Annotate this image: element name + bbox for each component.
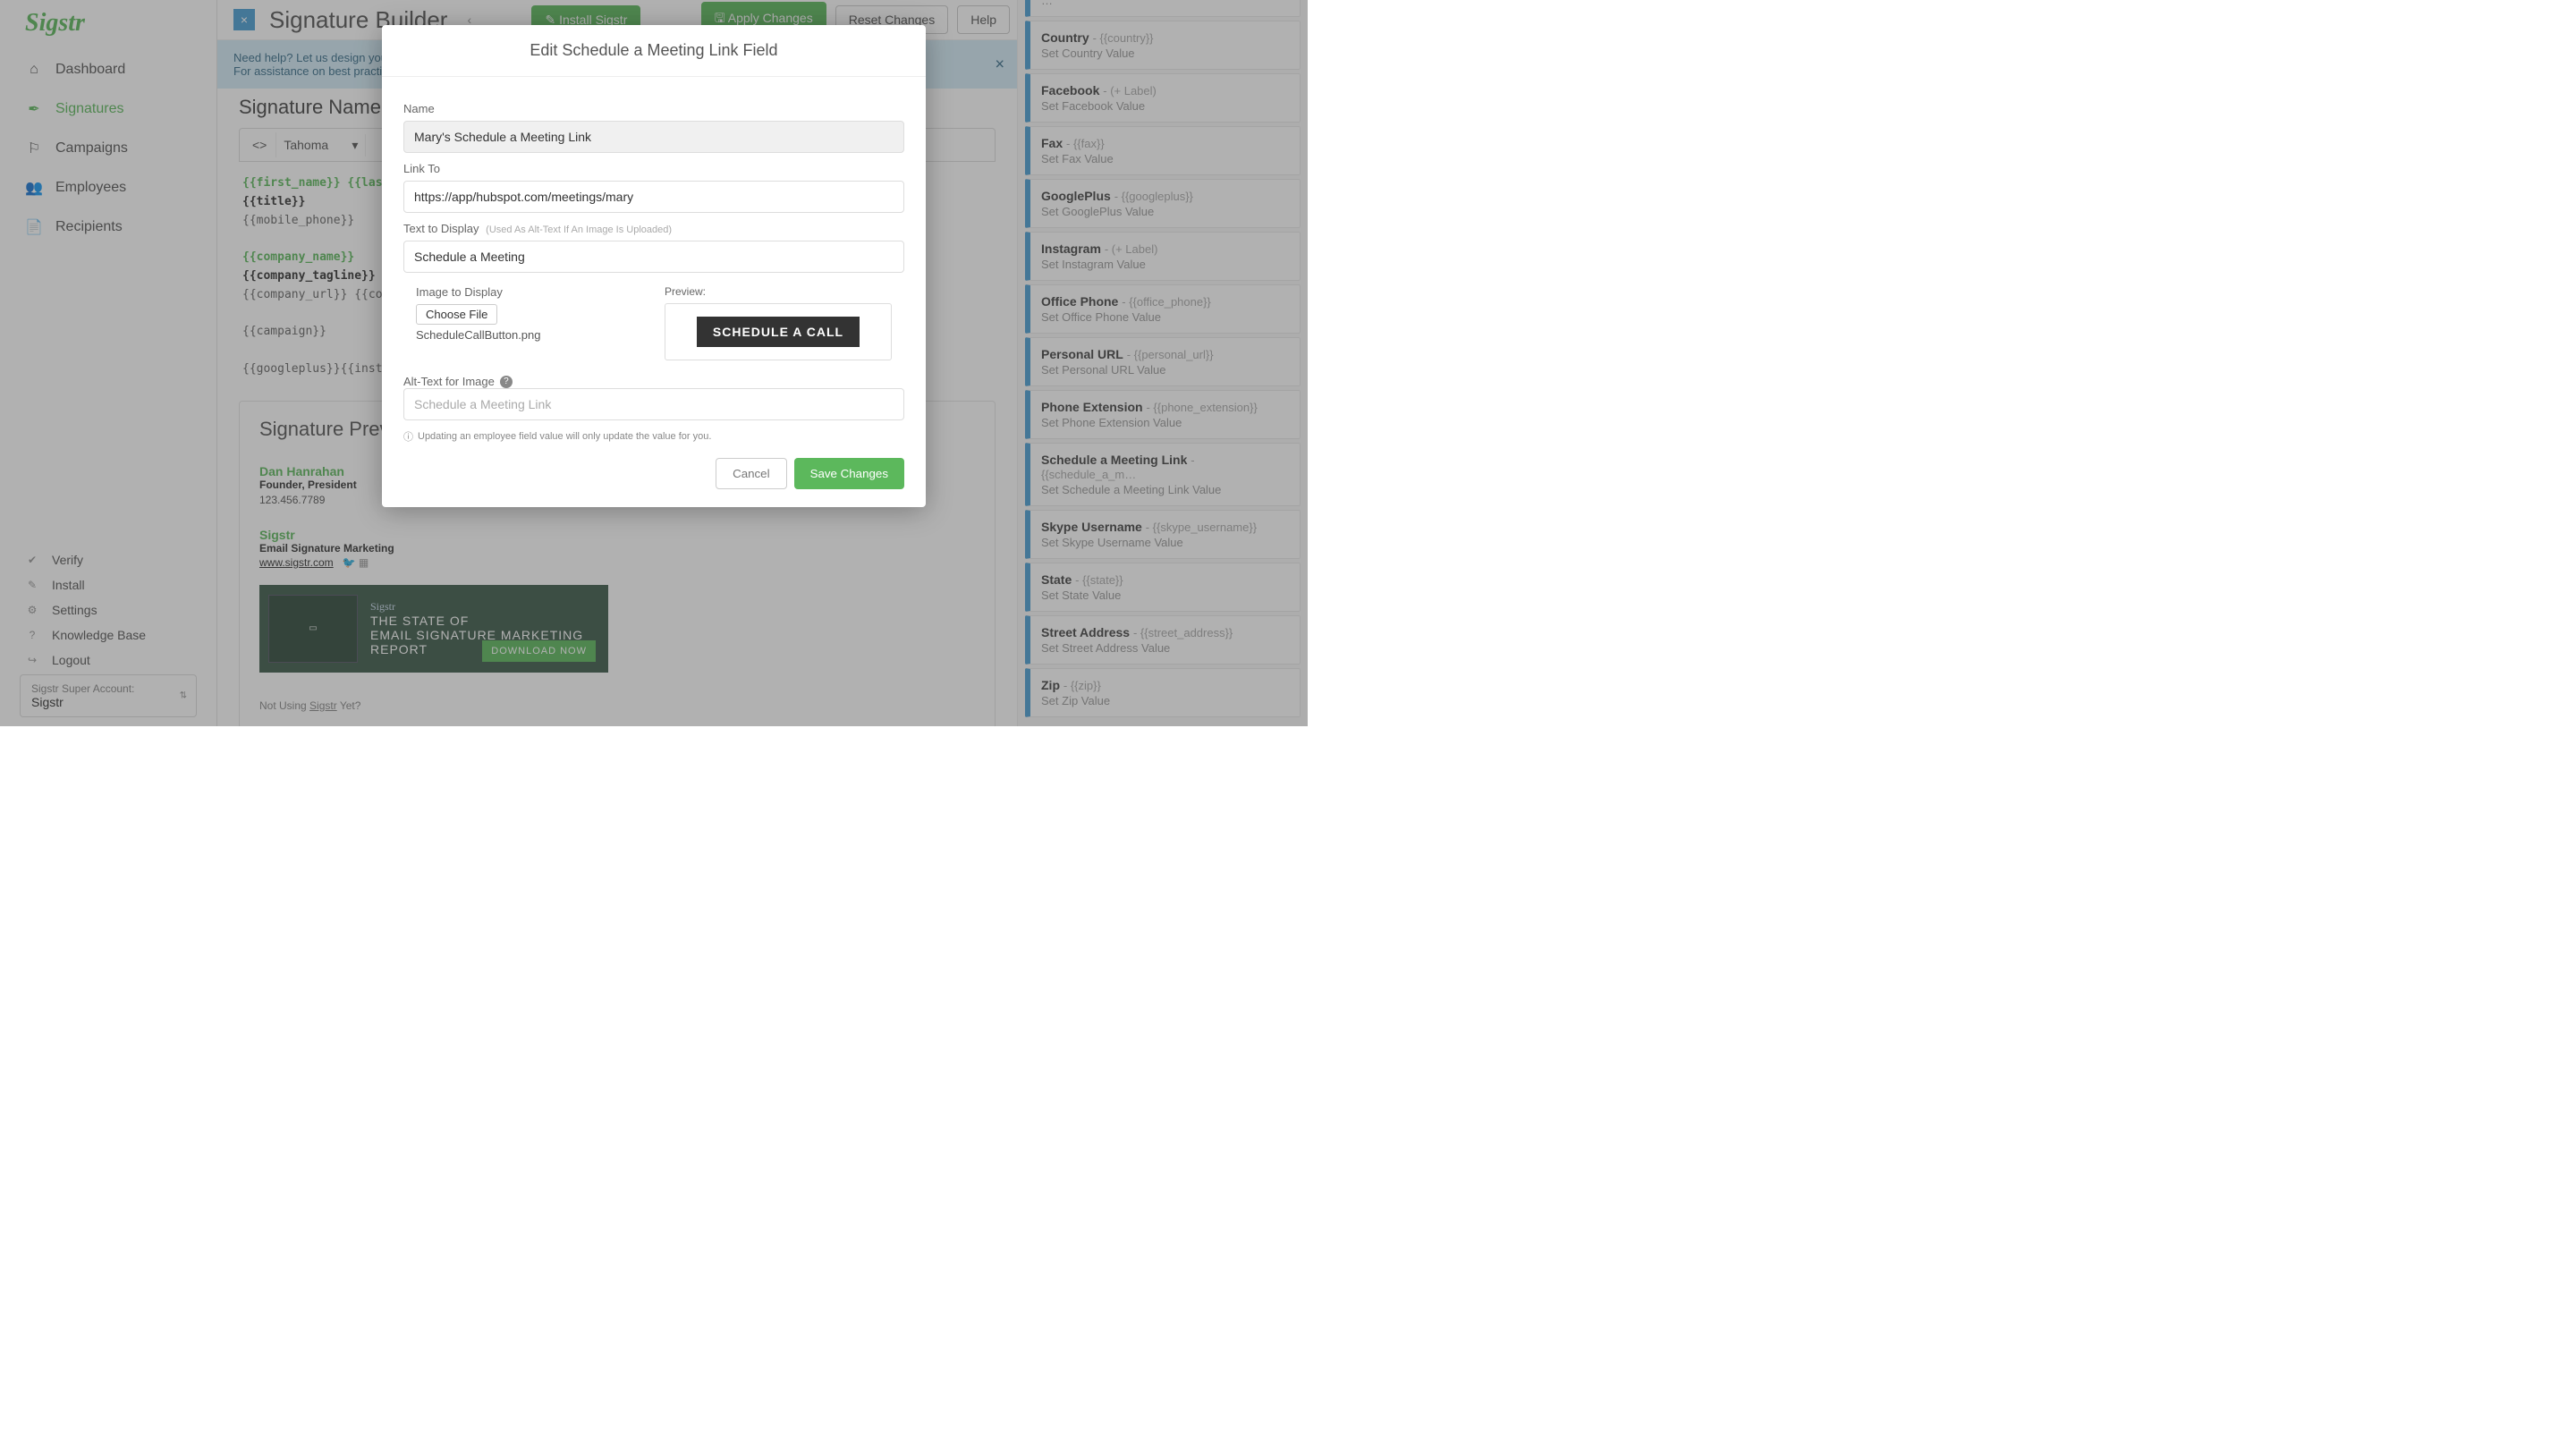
alt-label: Alt-Text for Image (403, 375, 495, 388)
image-label: Image to Display (416, 285, 643, 299)
save-button[interactable]: Save Changes (794, 458, 904, 489)
name-label: Name (403, 102, 904, 115)
preview-label: Preview: (665, 285, 892, 298)
name-input[interactable] (403, 121, 904, 153)
text-label: Text to Display (Used As Alt-Text If An … (403, 222, 904, 235)
edit-field-modal: Edit Schedule a Meeting Link Field Name … (382, 25, 926, 507)
info-note: ⓘ Updating an employee field value will … (403, 429, 904, 444)
info-icon: ⓘ (403, 429, 413, 444)
choose-file-button[interactable]: Choose File (416, 304, 497, 325)
cancel-button[interactable]: Cancel (716, 458, 787, 489)
text-input[interactable] (403, 241, 904, 273)
link-label: Link To (403, 162, 904, 175)
help-icon[interactable]: ? (500, 376, 513, 388)
link-input[interactable] (403, 181, 904, 213)
alt-text-input[interactable] (403, 388, 904, 420)
text-hint: (Used As Alt-Text If An Image Is Uploade… (486, 224, 672, 235)
preview-cta-button: SCHEDULE A CALL (697, 317, 860, 347)
modal-title: Edit Schedule a Meeting Link Field (382, 25, 926, 77)
file-name: ScheduleCallButton.png (416, 328, 643, 342)
image-preview-box: SCHEDULE A CALL (665, 303, 892, 360)
